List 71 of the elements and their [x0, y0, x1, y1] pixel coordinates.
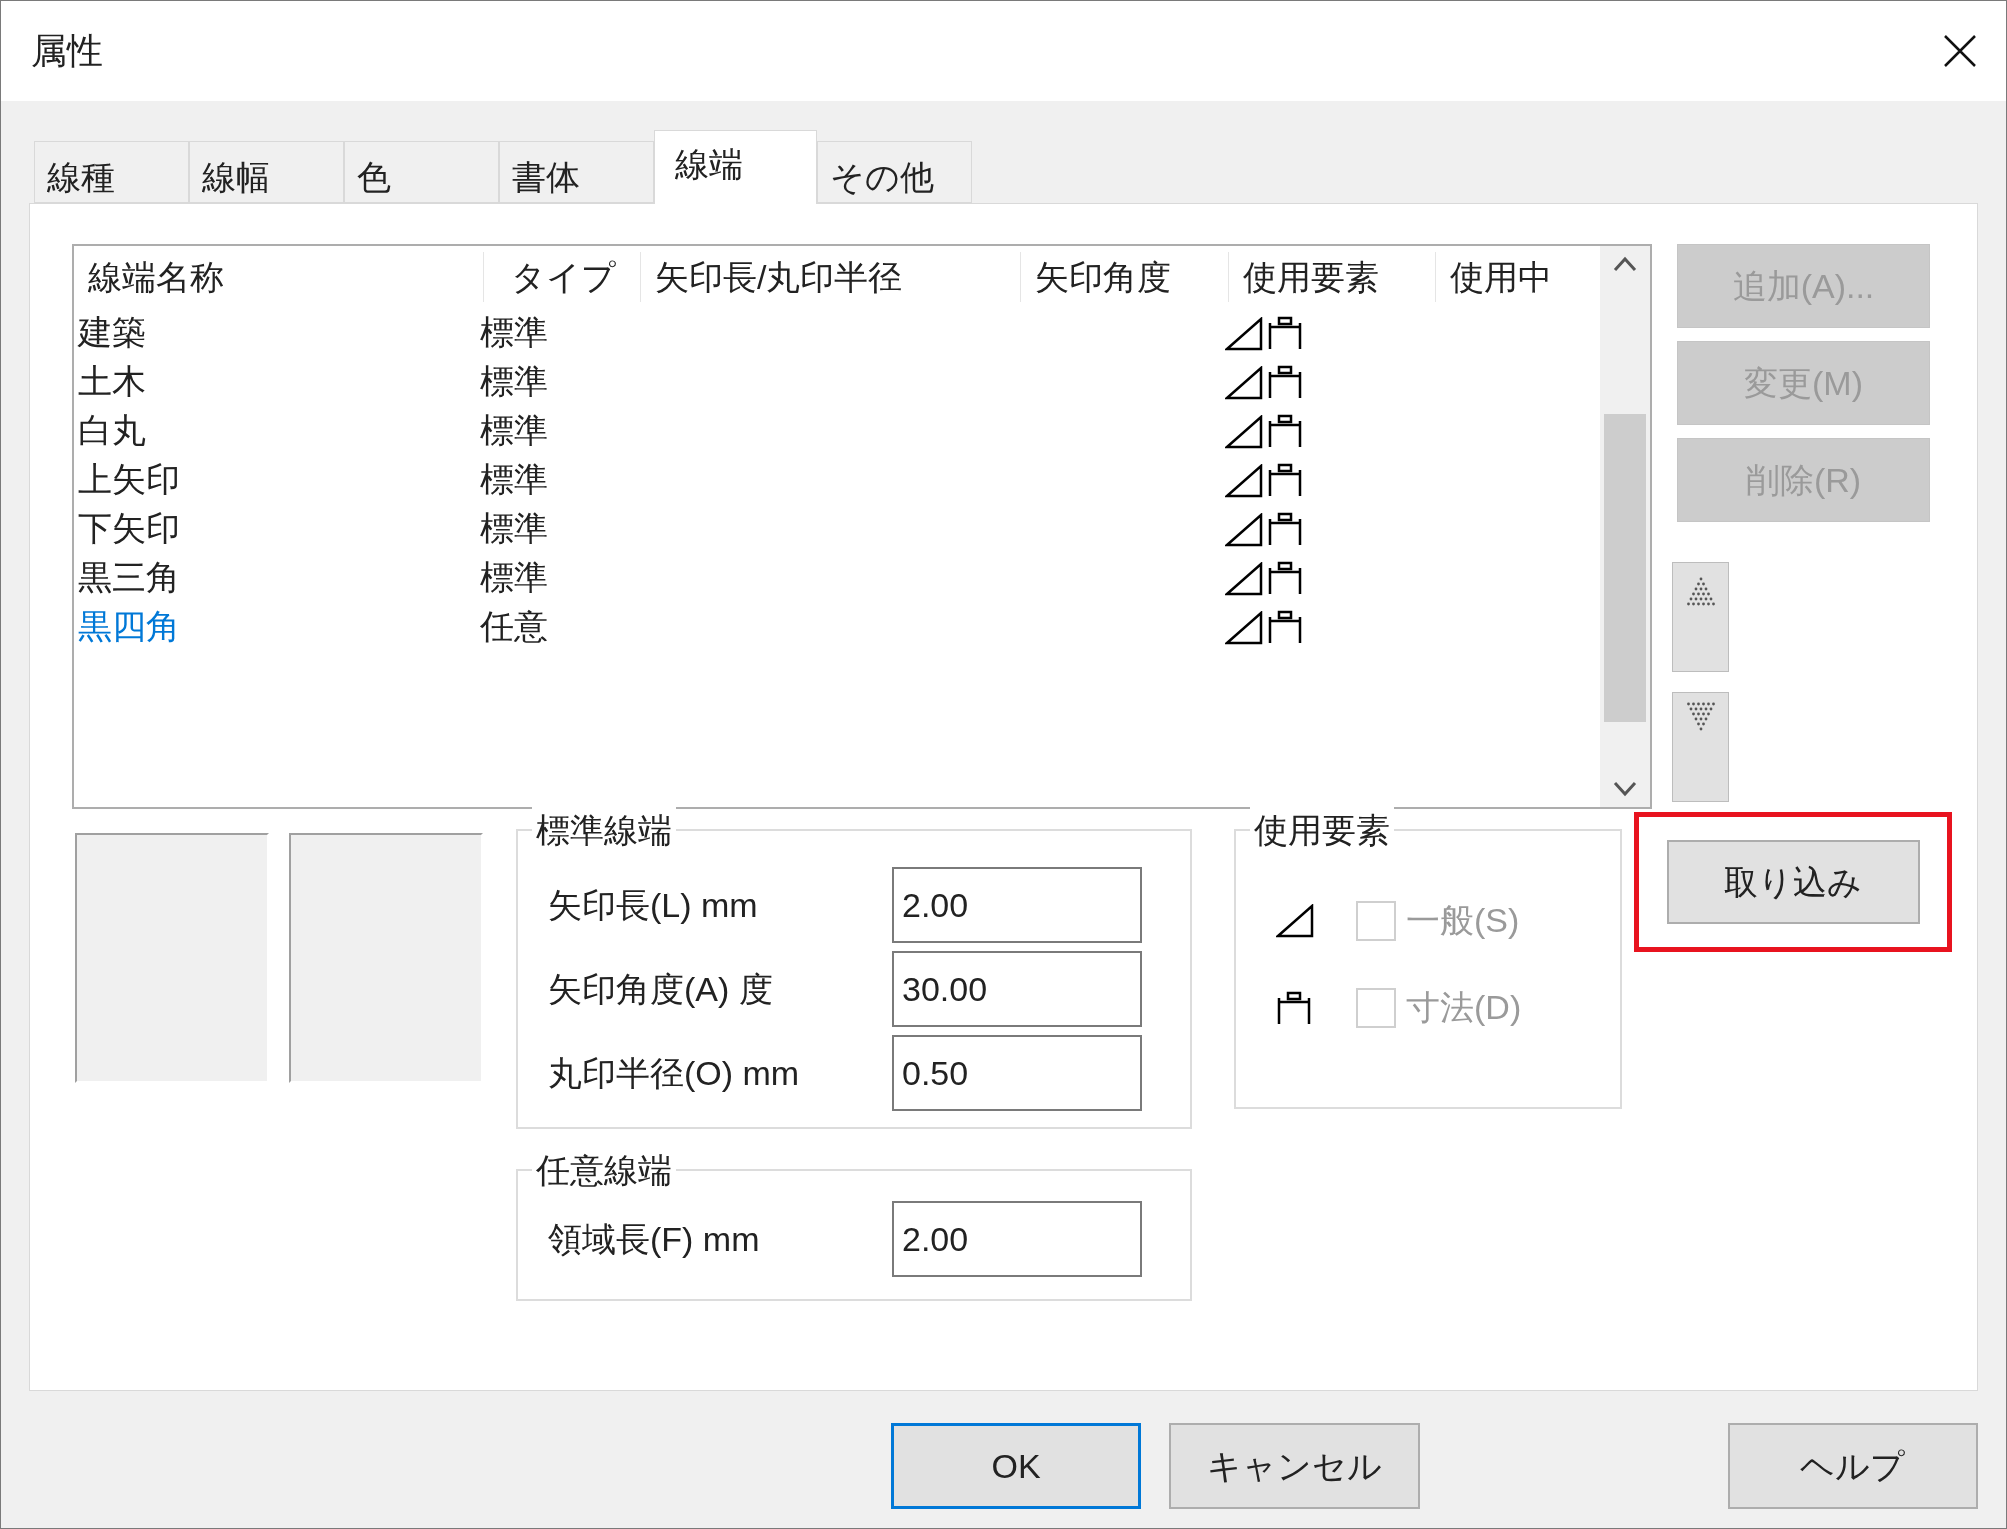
dimension-icon	[1267, 608, 1303, 645]
dimension-icon	[1267, 314, 1303, 351]
column-header[interactable]: 矢印長/丸印半径	[641, 252, 1021, 302]
triangle-icon	[1225, 610, 1265, 645]
table-cell-text: 標準	[480, 410, 549, 451]
field-label: 丸印半径(O) mm	[548, 1052, 800, 1094]
input-field[interactable]: 0.50	[892, 1035, 1142, 1111]
chevron-up-icon[interactable]	[1613, 256, 1637, 272]
table-cell-text: 建築	[76, 312, 147, 353]
triangle-icon	[1225, 463, 1265, 498]
move-down-button[interactable]	[1672, 692, 1729, 802]
checkbox-label: 寸法(D)	[1406, 987, 1522, 1028]
tab[interactable]: その他	[817, 141, 972, 203]
column-header[interactable]: 矢印角度	[1021, 252, 1229, 302]
dialog-button[interactable]: OK	[891, 1423, 1142, 1509]
triangle-icon	[1225, 316, 1265, 351]
table-cell-text: 白丸	[77, 410, 147, 451]
list-row[interactable]: 黒三角 標準	[74, 553, 1600, 602]
field-label: 矢印長(L) mm	[548, 884, 758, 926]
table-cell-text: 標準	[480, 459, 549, 500]
list-row[interactable]: 黒四角 任意	[74, 602, 1600, 651]
table-cell-text: 任意	[480, 606, 549, 647]
table-cell-text: 標準	[480, 557, 549, 598]
window-title: 属性	[31, 29, 103, 73]
list-row[interactable]: 白丸 標準	[74, 406, 1600, 455]
input-field[interactable]: 30.00	[892, 951, 1142, 1027]
dialog-button[interactable]: ヘルプ	[1727, 1423, 1978, 1509]
table-cell-text: 上矢印	[77, 459, 181, 500]
tab[interactable]: 線端	[654, 130, 817, 204]
checkbox-label: 一般(S)	[1406, 900, 1520, 941]
triangle-icon	[1225, 414, 1265, 449]
triangle-icon	[1225, 561, 1265, 596]
tab[interactable]: 書体	[499, 141, 654, 203]
column-header[interactable]: タイプ	[484, 252, 641, 302]
import-button[interactable]: 取り込み	[1666, 840, 1920, 924]
dimension-icon	[1267, 363, 1303, 400]
chevron-down-icon[interactable]	[1613, 781, 1637, 797]
move-up-button[interactable]	[1672, 562, 1729, 672]
column-header[interactable]: 使用要素	[1229, 252, 1436, 302]
dialog-button[interactable]: キャンセル	[1169, 1423, 1420, 1509]
table-cell-text: 標準	[480, 361, 549, 402]
dimension-icon	[1276, 989, 1312, 1026]
triangle-icon	[1225, 512, 1265, 547]
table-cell-text: 標準	[480, 508, 549, 549]
field-label: 矢印角度(A) 度	[548, 968, 773, 1010]
input-field[interactable]: 2.00	[892, 1201, 1142, 1277]
column-header[interactable]: 線端名称	[74, 252, 484, 302]
tab[interactable]: 線種	[34, 141, 189, 203]
field-label: 領域長(F) mm	[548, 1218, 760, 1260]
table-cell-text: 黒四角	[77, 606, 181, 647]
dimension-icon	[1267, 412, 1303, 449]
close-icon[interactable]	[1942, 33, 1978, 69]
table-cell-text: 下矢印	[77, 508, 181, 549]
tab[interactable]: 線幅	[189, 141, 344, 203]
list-row[interactable]: 上矢印 標準	[74, 455, 1600, 504]
tab[interactable]: 色	[344, 141, 499, 203]
column-header[interactable]: 使用中	[1436, 252, 1594, 302]
scrollbar[interactable]	[1600, 246, 1650, 807]
triangle-icon	[1276, 903, 1316, 938]
input-field[interactable]: 2.00	[892, 867, 1142, 943]
table-cell-text: 黒三角	[77, 557, 181, 598]
list-row[interactable]: 土木 標準	[74, 357, 1600, 406]
triangle-icon	[1225, 365, 1265, 400]
dimension-icon	[1267, 510, 1303, 547]
list-row[interactable]: 建築 標準	[74, 308, 1600, 357]
table-cell-text: 標準	[480, 312, 549, 353]
table-cell-text: 土木	[77, 361, 147, 402]
list-row[interactable]: 下矢印 標準	[74, 504, 1600, 553]
scrollbar-thumb[interactable]	[1604, 413, 1646, 722]
dimension-icon	[1267, 559, 1303, 596]
dimension-icon	[1267, 461, 1303, 498]
